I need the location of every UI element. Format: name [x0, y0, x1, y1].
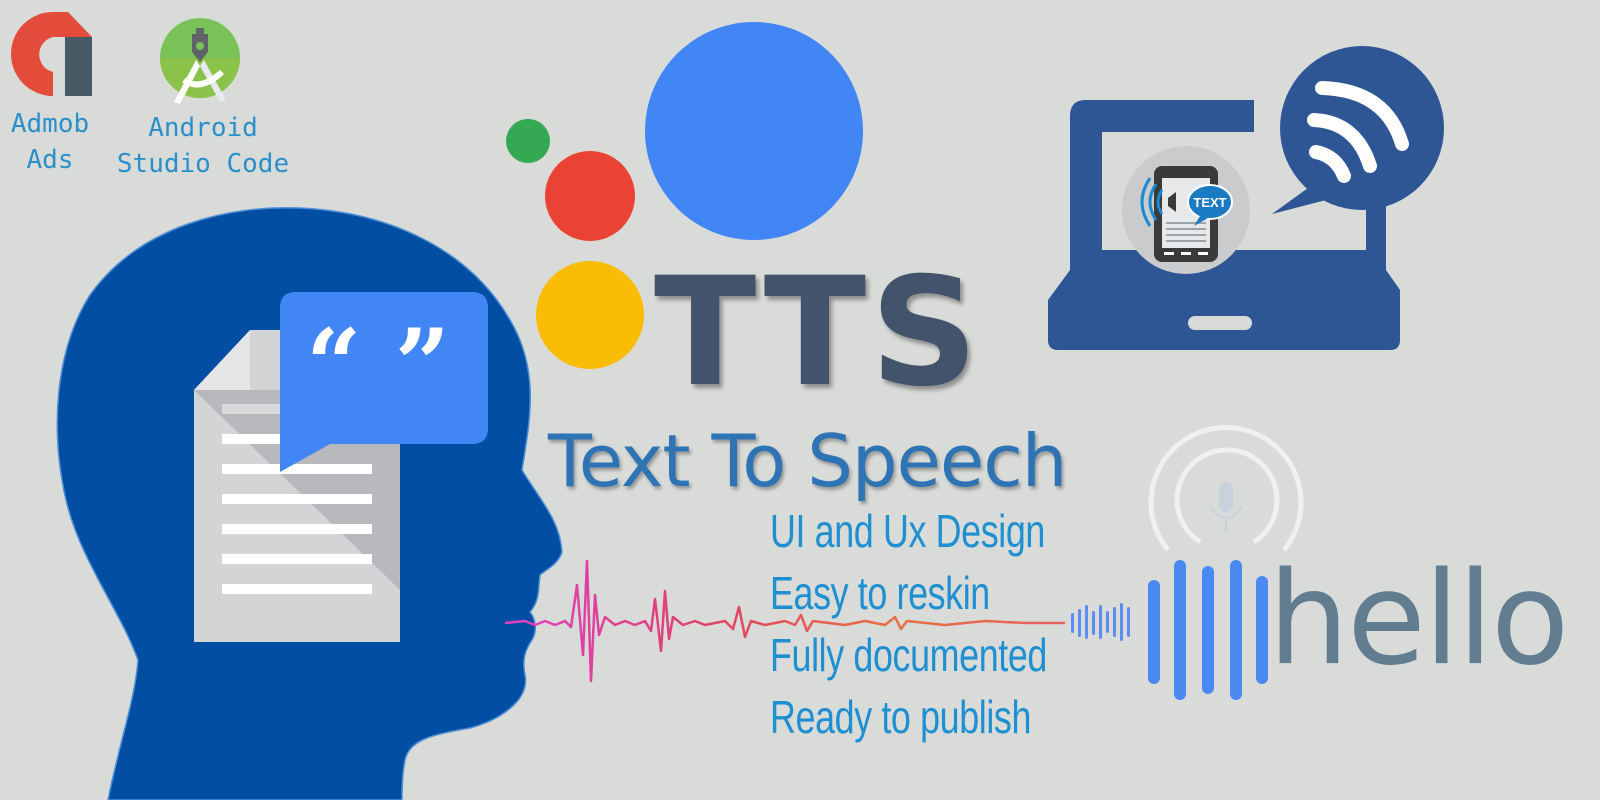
feature-item: Ready to publish: [770, 691, 1032, 743]
feature-item: Fully documented: [770, 629, 1047, 681]
laptop-base: [1048, 270, 1400, 350]
voice-bars-icon: [1148, 560, 1268, 700]
quote-marks-icon: “ ”: [306, 308, 450, 421]
blue-dot: [645, 22, 863, 240]
microphone-icon: [1209, 482, 1243, 532]
tts-title: TTS: [654, 246, 983, 420]
hello-wordmark: hello: [1268, 545, 1569, 694]
speech-bubble-icon: [1280, 46, 1444, 210]
features-list: UI and Ux Design Easy to reskin Fully do…: [770, 500, 1125, 748]
feature-item: UI and Ux Design: [770, 505, 1045, 557]
text-bubble-label: TEXT: [1193, 195, 1226, 210]
laptop-speech-icon: TEXT: [1040, 40, 1444, 360]
text-to-speech-heading: Text To Speech: [548, 419, 1067, 503]
voice-hello-graphic: [1120, 410, 1304, 710]
trackpad: [1188, 316, 1252, 330]
text-to-speech-icon: “ ”: [190, 290, 500, 650]
feature-item: Easy to reskin: [770, 567, 990, 619]
